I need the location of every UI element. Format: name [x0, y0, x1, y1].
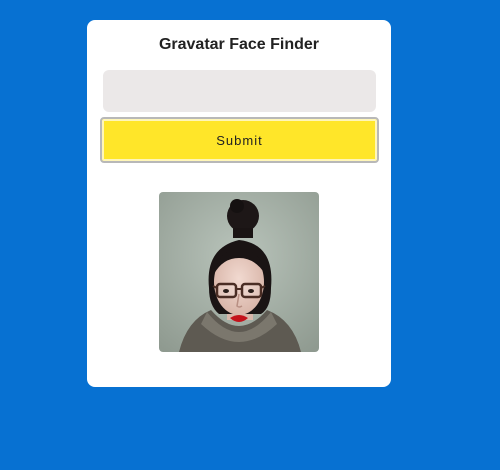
- finder-card: Gravatar Face Finder Submit: [87, 20, 391, 387]
- email-input[interactable]: [103, 70, 376, 112]
- avatar-image: [159, 192, 319, 352]
- page-title: Gravatar Face Finder: [158, 36, 320, 53]
- submit-button[interactable]: Submit: [100, 117, 379, 163]
